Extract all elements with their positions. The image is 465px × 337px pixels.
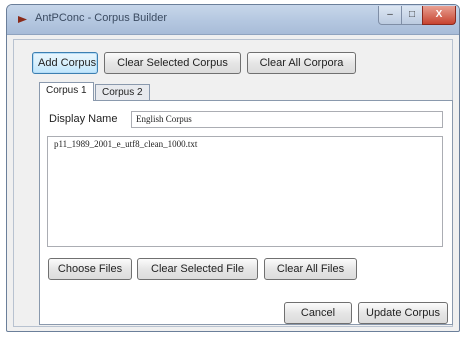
maximize-button[interactable]: □ [401, 6, 423, 25]
choose-files-button[interactable]: Choose Files [48, 258, 132, 280]
cancel-button[interactable]: Cancel [284, 302, 352, 324]
minimize-button[interactable]: – [378, 6, 402, 25]
corpus-tab-panel: Display Name English Corpus p11_1989_200… [39, 100, 453, 325]
close-button[interactable]: X [422, 6, 456, 25]
window-title: AntPConc - Corpus Builder [35, 12, 168, 24]
title-bar[interactable]: AntPConc - Corpus Builder – □ X [7, 5, 459, 35]
update-corpus-button[interactable]: Update Corpus [358, 302, 448, 324]
list-item[interactable]: p11_1989_2001_e_utf8_clean_1000.txt [48, 137, 442, 151]
dialog-body: Add Corpus Clear Selected Corpus Clear A… [13, 39, 453, 327]
clear-all-corpora-button[interactable]: Clear All Corpora [247, 52, 356, 74]
corpus-builder-window: AntPConc - Corpus Builder – □ X Add Corp… [6, 4, 460, 332]
clear-selected-file-button[interactable]: Clear Selected File [137, 258, 258, 280]
add-corpus-button[interactable]: Add Corpus [32, 52, 98, 74]
tab-corpus-2[interactable]: Corpus 2 [95, 84, 150, 101]
clear-selected-corpus-button[interactable]: Clear Selected Corpus [104, 52, 241, 74]
tab-corpus-1[interactable]: Corpus 1 [39, 82, 94, 101]
app-icon [18, 16, 27, 23]
clear-all-files-button[interactable]: Clear All Files [264, 258, 357, 280]
display-name-field[interactable]: English Corpus [131, 111, 443, 128]
file-list[interactable]: p11_1989_2001_e_utf8_clean_1000.txt [47, 136, 443, 247]
display-name-label: Display Name [49, 113, 118, 125]
